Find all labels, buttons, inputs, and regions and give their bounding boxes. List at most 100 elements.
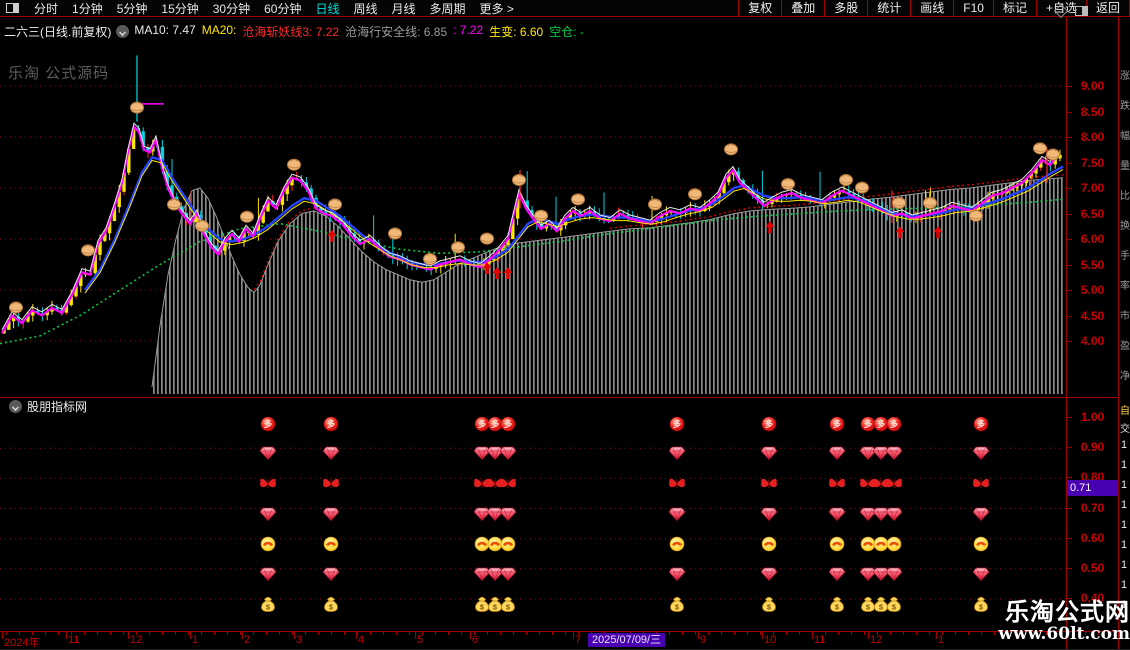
chevron-down-icon[interactable] xyxy=(9,400,22,413)
orange-ball-icon xyxy=(874,537,888,551)
menu-item-9[interactable]: 多周期 xyxy=(423,0,473,17)
fist-icon xyxy=(689,189,702,200)
duo-ball-icon: 多 xyxy=(830,417,844,431)
fist-icon xyxy=(1034,143,1047,154)
money-bag-icon: $ xyxy=(262,597,275,611)
date-tick-label: 9 xyxy=(700,634,706,646)
menu-item-2[interactable]: 5分钟 xyxy=(110,0,155,17)
toolbar-button-8[interactable]: 返回 xyxy=(1086,0,1130,16)
window-split-icon[interactable] xyxy=(6,3,19,13)
duo-ball-icon: 多 xyxy=(488,417,502,431)
money-bag-icon: $ xyxy=(888,597,901,611)
panel-layout-icon[interactable] xyxy=(1075,6,1088,16)
menu-item-6[interactable]: 日线 xyxy=(308,0,346,17)
svg-text:多: 多 xyxy=(327,419,336,429)
fist-icon xyxy=(893,197,906,208)
gem-icon xyxy=(474,447,490,460)
toolbar-button-3[interactable]: 统计 xyxy=(867,0,910,16)
fist-icon xyxy=(649,199,662,210)
gem-icon xyxy=(260,508,276,521)
gem-icon xyxy=(873,508,889,521)
money-bag-icon: $ xyxy=(763,597,776,611)
fist-icon xyxy=(452,242,465,253)
fist-icon xyxy=(513,174,526,185)
mountain-area xyxy=(152,178,1063,394)
period-menu: 分时1分钟5分钟15分钟30分钟60分钟日线周线月线多周期更多 > xyxy=(27,0,521,16)
butterfly-icon xyxy=(669,479,685,488)
toolbar-button-4[interactable]: 画线 xyxy=(910,0,953,16)
gem-icon xyxy=(260,568,276,581)
gem-icon xyxy=(761,508,777,521)
date-tick-label: 12 xyxy=(870,634,882,646)
date-tick-label: 2 xyxy=(244,634,250,646)
toolbar-button-5[interactable]: F10 xyxy=(953,0,993,16)
fist-icon xyxy=(840,174,853,185)
toolbar-button-6[interactable]: 标记 xyxy=(993,0,1036,16)
chevron-down-icon[interactable] xyxy=(116,25,129,38)
gem-icon xyxy=(973,568,989,581)
butterfly-icon xyxy=(323,479,339,488)
duo-ball-icon: 多 xyxy=(261,417,275,431)
toolbar-button-2[interactable]: 多股 xyxy=(824,0,867,16)
menu-item-4[interactable]: 30分钟 xyxy=(206,0,257,17)
date-tick-label: 1 xyxy=(938,634,944,646)
orange-ball-icon xyxy=(488,537,502,551)
fist-icon xyxy=(196,220,209,231)
fist-icon xyxy=(481,233,494,244)
date-tick-label: 1 xyxy=(192,634,198,646)
gem-icon xyxy=(500,568,516,581)
menu-item-5[interactable]: 60分钟 xyxy=(257,0,308,17)
gem-icon xyxy=(500,508,516,521)
gem-icon xyxy=(829,568,845,581)
fist-icon xyxy=(329,199,342,210)
orange-ball-icon xyxy=(670,537,684,551)
trading-app-window: 分时1分钟5分钟15分钟30分钟60分钟日线周线月线多周期更多 > 复权叠加多股… xyxy=(0,0,1130,650)
sub-tick-label: 0.60 xyxy=(1067,531,1118,545)
fist-icon xyxy=(288,159,301,170)
indicator-value-2: 沧海斩妖线3: 7.22 xyxy=(242,23,339,40)
fist-icon xyxy=(535,210,548,221)
menu-item-8[interactable]: 月线 xyxy=(385,0,423,17)
fist-icon xyxy=(725,144,738,155)
sub-indicator-panel[interactable]: 多多多多多多多多多多多多$$$$$$$$$$$$ xyxy=(0,398,1066,630)
gem-icon xyxy=(973,508,989,521)
menu-item-0[interactable]: 分时 xyxy=(27,0,65,17)
fist-icon xyxy=(131,102,144,113)
orange-ball-icon xyxy=(324,537,338,551)
date-tick-label: 3 xyxy=(296,634,302,646)
gem-icon xyxy=(669,508,685,521)
indicator-value-5: 生变: 6.60 xyxy=(489,23,543,40)
date-tick-label: 7 xyxy=(575,634,581,646)
date-tick-label: 2024年 xyxy=(4,634,39,650)
svg-text:多: 多 xyxy=(478,419,487,429)
gem-icon xyxy=(886,447,902,460)
svg-text:多: 多 xyxy=(977,419,986,429)
selected-date-label: 2025/07/09/三 xyxy=(588,633,665,647)
price-tick-label: 6.50 xyxy=(1067,207,1118,221)
money-bag-icon: $ xyxy=(831,597,844,611)
price-tick-label: 8.00 xyxy=(1067,130,1118,144)
orange-ball-icon xyxy=(501,537,515,551)
menu-item-3[interactable]: 15分钟 xyxy=(154,0,205,17)
gem-icon xyxy=(761,447,777,460)
gem-icon xyxy=(487,447,503,460)
menu-item-1[interactable]: 1分钟 xyxy=(65,0,110,17)
period-menu-bar: 分时1分钟5分钟15分钟30分钟60分钟日线周线月线多周期更多 > 复权叠加多股… xyxy=(0,0,1130,17)
diamond-icon[interactable] xyxy=(1054,4,1068,18)
fist-icon xyxy=(924,197,937,208)
toolbar-button-0[interactable]: 复权 xyxy=(738,0,781,16)
fist-icon xyxy=(970,210,983,221)
duo-ball-icon: 多 xyxy=(887,417,901,431)
gem-icon xyxy=(323,447,339,460)
orange-ball-icon xyxy=(475,537,489,551)
menu-item-7[interactable]: 周线 xyxy=(346,0,384,17)
main-candlestick-chart[interactable] xyxy=(0,46,1066,397)
svg-text:多: 多 xyxy=(491,419,500,429)
svg-text:多: 多 xyxy=(504,419,513,429)
duo-ball-icon: 多 xyxy=(874,417,888,431)
price-tick-label: 4.00 xyxy=(1067,334,1118,348)
date-tick-label: 12 xyxy=(130,634,142,646)
toolbar-button-1[interactable]: 叠加 xyxy=(781,0,824,16)
price-tick-label: 7.50 xyxy=(1067,156,1118,170)
menu-item-10[interactable]: 更多 > xyxy=(473,0,521,17)
